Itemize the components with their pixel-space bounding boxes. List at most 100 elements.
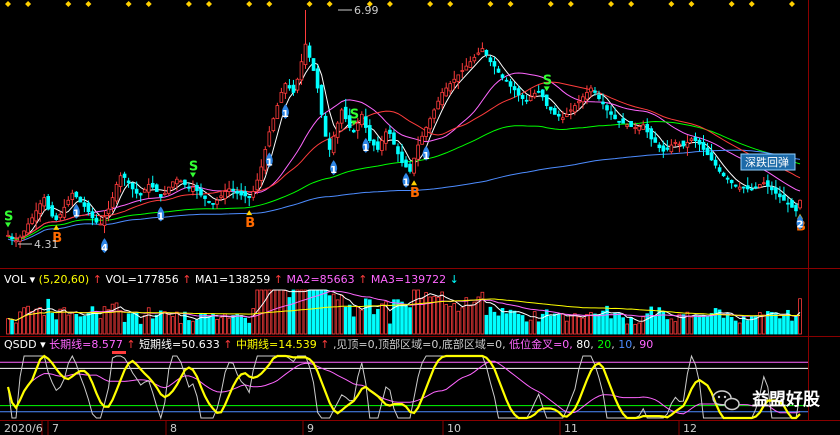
candle[interactable] <box>372 138 376 152</box>
candle[interactable] <box>472 54 477 64</box>
candle[interactable] <box>657 142 662 153</box>
candle[interactable] <box>239 183 243 200</box>
candle[interactable] <box>271 117 276 133</box>
candle[interactable] <box>146 178 151 199</box>
candle[interactable] <box>786 197 790 213</box>
candle[interactable] <box>577 95 581 111</box>
candle[interactable] <box>508 78 513 94</box>
candle[interactable] <box>794 202 798 217</box>
candle[interactable] <box>770 181 774 195</box>
candle[interactable] <box>504 77 509 82</box>
candle[interactable] <box>540 89 545 101</box>
candle[interactable] <box>741 186 746 194</box>
candle[interactable] <box>774 180 778 200</box>
candle[interactable] <box>207 200 211 204</box>
candle[interactable] <box>359 111 364 128</box>
candle[interactable] <box>733 184 738 188</box>
candle[interactable] <box>283 82 288 99</box>
candle[interactable] <box>737 181 742 192</box>
candle[interactable] <box>544 94 549 110</box>
candle[interactable] <box>167 186 171 196</box>
candle[interactable] <box>66 196 71 207</box>
candle[interactable] <box>480 42 485 53</box>
candle[interactable] <box>30 213 34 226</box>
candle[interactable] <box>717 164 722 174</box>
candle[interactable] <box>243 186 247 204</box>
candle[interactable] <box>154 183 159 192</box>
candle[interactable] <box>98 217 103 226</box>
candle[interactable] <box>319 84 324 118</box>
candle[interactable] <box>126 177 131 188</box>
chart-canvas[interactable]: SB141SB111S1B11SB2 6.99 4.31 深跌回弹 VOL ▾ … <box>0 0 840 435</box>
candle[interactable] <box>275 102 280 119</box>
candle[interactable] <box>641 120 646 130</box>
candle[interactable] <box>295 77 300 94</box>
candle[interactable] <box>102 210 107 234</box>
candle[interactable] <box>78 196 83 203</box>
candle[interactable] <box>90 207 95 226</box>
candle[interactable] <box>351 128 356 134</box>
candle[interactable] <box>14 232 18 247</box>
candle[interactable] <box>62 199 67 220</box>
candle[interactable] <box>408 161 412 174</box>
candle[interactable] <box>721 171 726 178</box>
candle[interactable] <box>536 85 541 94</box>
candle[interactable] <box>311 58 316 72</box>
candle[interactable] <box>118 172 123 193</box>
candle[interactable] <box>496 65 501 73</box>
candle[interactable] <box>42 193 46 211</box>
candle[interactable] <box>753 182 758 190</box>
candle[interactable] <box>307 42 312 62</box>
candle[interactable] <box>54 212 59 221</box>
candle[interactable] <box>199 183 203 198</box>
candle[interactable] <box>187 183 191 192</box>
candle[interactable] <box>548 106 553 114</box>
candle[interactable] <box>424 126 428 141</box>
candle[interactable] <box>183 179 187 189</box>
candle[interactable] <box>516 85 521 102</box>
candle[interactable] <box>729 179 734 189</box>
candle[interactable] <box>364 108 368 133</box>
candle[interactable] <box>673 139 678 147</box>
candle[interactable] <box>404 156 408 168</box>
candle[interactable] <box>444 82 449 97</box>
candle[interactable] <box>323 112 328 137</box>
candle[interactable] <box>251 185 256 201</box>
candle[interactable] <box>609 105 613 120</box>
candlestick-series[interactable] <box>6 10 802 249</box>
candle[interactable] <box>412 157 416 177</box>
candle[interactable] <box>303 10 308 69</box>
candle[interactable] <box>428 116 432 134</box>
candle[interactable] <box>512 82 517 98</box>
candle[interactable] <box>259 159 264 187</box>
candle[interactable] <box>18 234 22 249</box>
candle[interactable] <box>484 49 489 58</box>
candle[interactable] <box>709 143 714 161</box>
candle[interactable] <box>343 98 348 123</box>
candle[interactable] <box>114 181 119 205</box>
candle[interactable] <box>122 171 127 186</box>
candle[interactable] <box>315 64 320 93</box>
candle[interactable] <box>339 107 344 129</box>
candle[interactable] <box>440 88 444 109</box>
candle[interactable] <box>701 135 706 156</box>
candle[interactable] <box>645 118 650 138</box>
candle[interactable] <box>464 58 469 71</box>
candle[interactable] <box>589 85 593 98</box>
candle[interactable] <box>629 120 633 128</box>
candle[interactable] <box>82 196 87 213</box>
candle[interactable] <box>492 56 497 75</box>
candle[interactable] <box>520 93 525 106</box>
candle[interactable] <box>384 128 388 151</box>
candle[interactable] <box>26 218 30 235</box>
candle[interactable] <box>223 183 227 205</box>
candle[interactable] <box>552 105 557 115</box>
candle[interactable] <box>488 55 493 67</box>
candle[interactable] <box>247 195 252 207</box>
candle[interactable] <box>669 139 674 155</box>
candle[interactable] <box>605 103 609 119</box>
candle[interactable] <box>74 191 79 199</box>
candle[interactable] <box>376 136 380 153</box>
candle[interactable] <box>299 53 304 85</box>
candle[interactable] <box>231 180 235 199</box>
